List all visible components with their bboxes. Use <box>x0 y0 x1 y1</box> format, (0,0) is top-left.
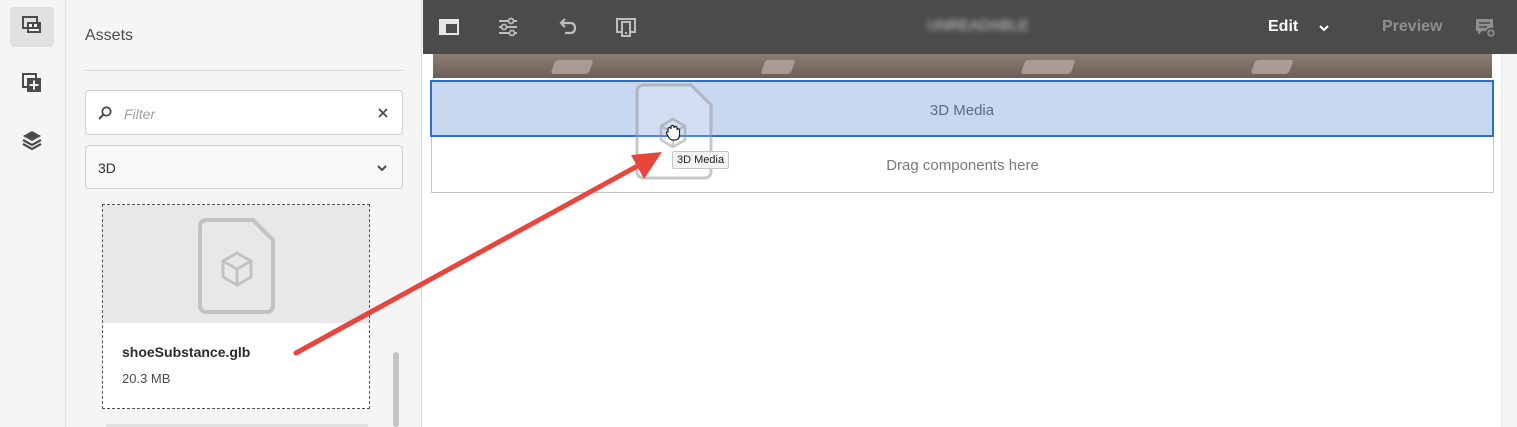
toggle-side-panel-icon[interactable] <box>438 16 460 38</box>
preview-button[interactable]: Preview <box>1382 18 1442 36</box>
mode-selector-label[interactable]: Edit <box>1268 18 1298 36</box>
asset-type-select[interactable]: 3D <box>85 145 403 189</box>
panel-divider <box>85 70 403 71</box>
undo-icon[interactable] <box>556 16 578 38</box>
assets-panel: Assets 3D shoeSubstance.glb 20.3 MB <box>66 0 422 427</box>
canvas-scrollbar[interactable] <box>1501 54 1517 427</box>
drop-zone-placeholder: Drag components here <box>886 157 1039 174</box>
grab-cursor-icon <box>665 124 681 141</box>
add-components-icon <box>21 72 43 99</box>
assets-icon <box>21 14 43 41</box>
rail-assets-button[interactable] <box>10 7 54 47</box>
editor-toolbar: UNREADABLE Edit Preview <box>423 0 1517 54</box>
side-rail <box>0 0 66 427</box>
emulator-device-icon[interactable] <box>615 16 637 38</box>
annotate-icon[interactable] <box>1474 16 1496 38</box>
drag-tooltip: 3D Media <box>672 151 730 169</box>
page-title: UNREADABLE <box>927 17 1029 34</box>
panel-scrollbar[interactable] <box>393 352 399 427</box>
rail-components-button[interactable] <box>10 65 54 105</box>
asset-name: shoeSubstance.glb <box>122 344 251 360</box>
3d-media-component[interactable]: 3D Media <box>430 80 1494 137</box>
filter-input[interactable] <box>122 101 356 127</box>
chevron-down-icon <box>377 165 387 172</box>
asset-type-value: 3D <box>98 160 116 176</box>
layers-icon <box>21 129 43 156</box>
clear-filter-icon[interactable] <box>376 106 390 120</box>
asset-thumbnail <box>103 205 369 323</box>
asset-card[interactable]: shoeSubstance.glb 20.3 MB <box>102 204 370 409</box>
drop-zone[interactable]: Drag components here <box>431 137 1494 193</box>
asset-size: 20.3 MB <box>122 371 171 386</box>
search-icon <box>98 106 112 120</box>
chevron-down-icon[interactable] <box>1318 22 1330 34</box>
3d-media-label: 3D Media <box>929 102 995 119</box>
rail-content-tree-button[interactable] <box>10 122 54 162</box>
filter-field <box>85 90 403 135</box>
3d-file-icon <box>198 218 275 314</box>
page-hero-image <box>433 54 1492 78</box>
panel-title: Assets <box>85 27 134 44</box>
page-properties-icon[interactable] <box>497 16 519 38</box>
